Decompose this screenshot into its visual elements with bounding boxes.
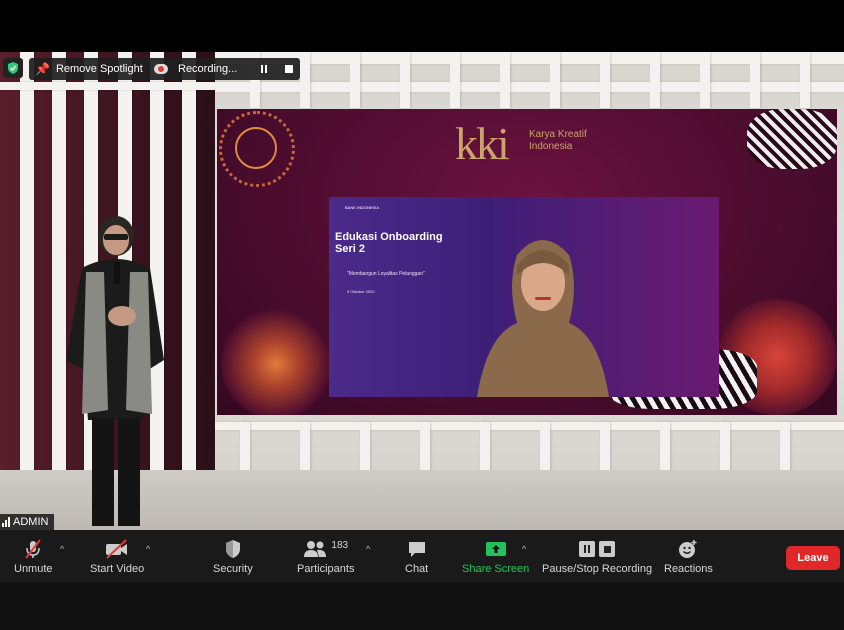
slide-title: Edukasi Onboarding Seri 2 bbox=[335, 231, 443, 255]
share-options-chevron-icon[interactable]: ^ bbox=[522, 544, 526, 554]
slide-brand: BANK INDONESIA bbox=[345, 205, 380, 210]
share-screen-icon bbox=[485, 542, 506, 556]
chat-button[interactable]: Chat bbox=[405, 538, 428, 575]
participant-name-tag: ADMIN bbox=[0, 514, 55, 530]
top-black-band bbox=[0, 0, 844, 52]
unmute-button[interactable]: Unmute bbox=[14, 538, 53, 575]
stop-recording-icon[interactable] bbox=[285, 65, 294, 73]
recording-cloud-icon bbox=[154, 64, 168, 74]
stop-icon bbox=[599, 541, 616, 557]
signal-bars-icon bbox=[2, 517, 10, 527]
shield-icon bbox=[225, 540, 240, 558]
leave-button[interactable]: Leave bbox=[786, 546, 840, 570]
kki-logo: kki bbox=[455, 118, 510, 169]
pin-icon: 📌 bbox=[35, 62, 50, 76]
video-options-chevron-icon[interactable]: ^ bbox=[146, 544, 150, 554]
audio-options-chevron-icon[interactable]: ^ bbox=[60, 544, 64, 554]
pause-stop-recording-button[interactable]: Pause/Stop Recording bbox=[542, 538, 652, 575]
recording-label: Recording... bbox=[178, 63, 238, 75]
participants-label: Participants bbox=[297, 563, 355, 575]
reactions-label: Reactions bbox=[664, 563, 713, 575]
start-video-button[interactable]: Start Video bbox=[90, 538, 144, 575]
unmute-label: Unmute bbox=[14, 563, 53, 575]
presentation-screen: kki Karya Kreatif Indonesia BANK INDONES… bbox=[217, 109, 837, 415]
speaker-video bbox=[477, 240, 609, 397]
slide-subtitle: "Membangun Loyalitas Pelanggan" bbox=[347, 271, 425, 277]
chat-label: Chat bbox=[405, 563, 429, 575]
meeting-toolbar: Unmute ^ Start Video ^ Security 183 Part… bbox=[0, 530, 844, 582]
smiley-icon bbox=[679, 540, 697, 558]
recording-indicator: Recording... bbox=[146, 58, 300, 80]
pause-icon bbox=[579, 541, 596, 557]
kki-logo-text: Karya Kreatif Indonesia bbox=[529, 129, 587, 152]
shared-video-frame: BANK INDONESIA Edukasi Onboarding Seri 2… bbox=[329, 197, 719, 397]
slide-date: 9 Oktober 2020 bbox=[347, 289, 375, 294]
participants-count: 183 bbox=[331, 539, 349, 551]
bottom-black-band bbox=[0, 582, 844, 630]
presenter-figure bbox=[66, 216, 164, 526]
participants-button[interactable]: 183 Participants bbox=[297, 538, 355, 576]
share-screen-label: Share Screen bbox=[462, 563, 530, 575]
start-video-label: Start Video bbox=[90, 563, 145, 575]
pause-recording-icon[interactable] bbox=[261, 65, 268, 73]
reactions-button[interactable]: Reactions bbox=[664, 538, 713, 575]
encryption-shield-icon[interactable] bbox=[3, 58, 23, 78]
share-screen-button[interactable]: Share Screen bbox=[462, 538, 529, 575]
microphone-muted-icon bbox=[25, 539, 42, 559]
participant-name: ADMIN bbox=[13, 516, 49, 528]
chat-bubble-icon bbox=[408, 542, 425, 557]
security-label: Security bbox=[213, 563, 253, 575]
participants-options-chevron-icon[interactable]: ^ bbox=[366, 544, 370, 554]
video-camera-off-icon bbox=[106, 539, 128, 559]
security-button[interactable]: Security bbox=[213, 538, 253, 575]
participants-icon bbox=[304, 541, 327, 557]
pause-stop-recording-label: Pause/Stop Recording bbox=[542, 563, 653, 575]
remove-spotlight-label: Remove Spotlight bbox=[55, 63, 143, 75]
video-feed: kki Karya Kreatif Indonesia BANK INDONES… bbox=[0, 52, 844, 530]
remove-spotlight-button[interactable]: 📌 Remove Spotlight bbox=[29, 58, 149, 80]
